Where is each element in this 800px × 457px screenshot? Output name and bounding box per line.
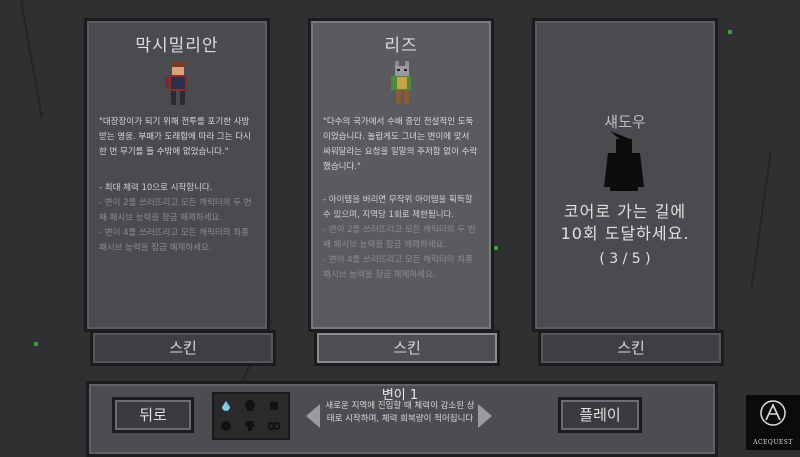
logo-text: ACEQUEST: [753, 439, 793, 446]
background-crack: [750, 150, 772, 289]
difficulty-description: 새로운 지역에 진입할 때 체력이 감소된 상태로 시작하며, 체력 회복량이 …: [325, 401, 475, 424]
back-button[interactable]: 뒤로: [112, 397, 194, 433]
character-quote: "다수의 국가에서 수배 중인 전설적인 도둑이었습니다. 놀랍게도 그녀는 변…: [323, 117, 478, 172]
infinity-icon: [268, 422, 280, 430]
skin-button-shadow[interactable]: 스킨: [538, 330, 724, 366]
crown-icon: [270, 402, 278, 410]
skin-button-liz[interactable]: 스킨: [314, 330, 500, 366]
rule-unlock-2: - 변이 2를 쓰러뜨리고 모든 캐릭터의 두 번째 패시브 능력을 잠금 해제…: [99, 198, 252, 223]
previous-difficulty-arrow-icon[interactable]: [306, 404, 320, 428]
character-quote: "대장장이가 되기 위해 전투를 포기한 사방받는 영웅. 부패가 도래함에 따…: [99, 117, 251, 157]
vine-leaf: [34, 342, 38, 346]
skin-button-maximilian[interactable]: 스킨: [90, 330, 276, 366]
mutation-icon-grid: [212, 392, 290, 440]
character-card-liz[interactable]: 리즈 "다수의 국가에서 수배 중인 전설적인 도둑이었습니다. 놀랍게도 그녀…: [308, 18, 494, 332]
shadow-silhouette-icon: [604, 131, 644, 191]
water-drop-icon: [222, 401, 230, 411]
acequest-emblem-icon: [760, 400, 786, 426]
character-rules: - 아이템을 버리면 무작위 아이템을 획득할 수 있으며, 지역당 1회로 제…: [323, 193, 479, 283]
character-card-shadow[interactable]: 섀도우 코어로 가는 길에 10회 도달하세요. ( 3 / 5 ): [532, 18, 718, 332]
character-rules: - 최대 체력 10으로 시작합니다. - 변이 2를 쓰러뜨리고 모든 캐릭터…: [99, 181, 255, 256]
rule-unlock-4: - 변이 4를 쓰러뜨리고 모든 캐릭터의 최종 패시브 능력을 잠금 해제하세…: [323, 255, 473, 280]
skull-icon: [245, 400, 255, 411]
vine-leaf: [494, 246, 498, 250]
rule-unlock-2: - 변이 2를 쓰러뜨리고 모든 캐릭터의 두 번째 패시브 능력을 잠금 해제…: [323, 225, 476, 250]
character-card-maximilian[interactable]: 막시밀리안 "대장장이가 되기 위해 전투를 포기한 사방받는 영웅. 부패가 …: [84, 18, 270, 332]
rule-main: - 최대 체력 10으로 시작합니다.: [99, 183, 213, 193]
maximilian-portrait-icon: [165, 62, 187, 105]
play-button[interactable]: 플레이: [558, 397, 642, 433]
unlock-progress: ( 3 / 5 ): [599, 251, 651, 267]
vine-leaf: [728, 30, 732, 34]
acequest-logo: ACEQUEST: [746, 395, 800, 450]
bomb-icon: [221, 421, 231, 431]
character-name: 막시밀리안: [135, 36, 219, 56]
next-difficulty-arrow-icon[interactable]: [478, 404, 492, 428]
rule-unlock-4: - 변이 4를 쓰러뜨리고 모든 캐릭터의 최종 패시브 능력을 잠금 해제하세…: [99, 228, 249, 253]
background-crack: [20, 0, 43, 119]
liz-portrait-icon: [391, 61, 411, 104]
rule-main: - 아이템을 버리면 무작위 아이템을 획득할 수 있으며, 지역당 1회로 제…: [323, 195, 473, 220]
trophy-icon: [246, 421, 254, 431]
unlock-goal: 코어로 가는 길에 10회 도달하세요.: [560, 202, 690, 243]
character-name: 리즈: [384, 36, 418, 56]
